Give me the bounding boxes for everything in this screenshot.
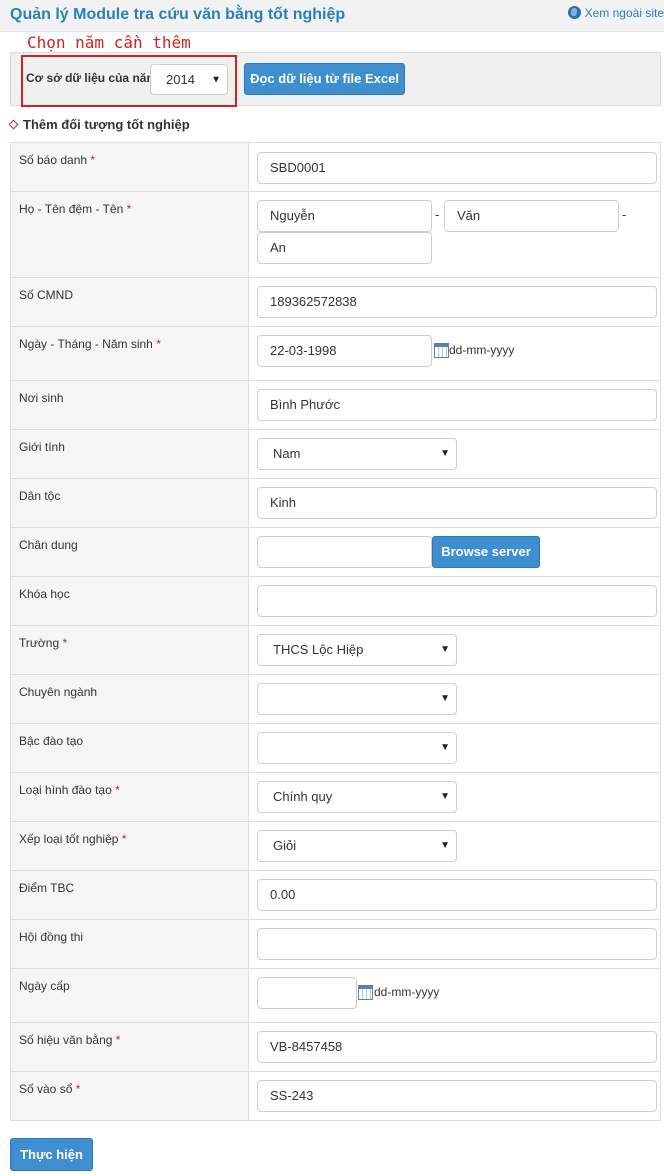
form-row-gender: Giới tính Nam ▼: [10, 429, 661, 479]
issue-date-input[interactable]: [257, 977, 357, 1009]
course-label: Khóa học: [19, 587, 70, 601]
ethnicity-label: Dân tộc: [19, 489, 61, 503]
training-type-select[interactable]: Chính quy ▼: [257, 781, 457, 813]
form-row-id-card: Số CMND 189362572838: [10, 277, 661, 327]
name-separator: -: [435, 207, 440, 222]
chevron-down-icon: ▼: [440, 644, 450, 655]
form-row-name: Họ - Tên đệm - Tên * Nguyễn - Văn - An: [10, 191, 661, 278]
calendar-icon[interactable]: [358, 985, 373, 1000]
ethnicity-input[interactable]: Kinh: [257, 487, 657, 519]
candidate-no-input[interactable]: SBD0001: [257, 152, 657, 184]
submit-button[interactable]: Thực hiện: [10, 1138, 93, 1171]
gpa-input[interactable]: 0.00: [257, 879, 657, 911]
name-separator: -: [622, 207, 627, 222]
chevron-down-icon: ▼: [211, 74, 221, 85]
birth-place-label: Nơi sinh: [19, 391, 64, 405]
school-select[interactable]: THCS Lộc Hiệp ▼: [257, 634, 457, 666]
form-row-gpa: Điểm TBC 0.00: [10, 870, 661, 920]
gender-label: Giới tính: [19, 440, 65, 454]
chevron-down-icon: ▼: [440, 791, 450, 802]
read-excel-button[interactable]: Đọc dữ liệu từ file Excel: [244, 63, 405, 95]
required-mark: *: [75, 1082, 81, 1096]
school-label: Trường: [19, 636, 60, 650]
required-mark: *: [115, 783, 120, 797]
course-input[interactable]: [257, 585, 657, 617]
major-select[interactable]: ▼: [257, 683, 457, 715]
graduate-form: Số báo danh * SBD0001 Họ - Tên đệm - Tên…: [10, 142, 661, 1121]
grade-select[interactable]: Giỏi ▼: [257, 830, 457, 862]
required-mark: *: [90, 153, 96, 167]
last-name-input[interactable]: Nguyễn: [257, 200, 432, 232]
annotation-text: Chọn năm cần thêm: [27, 33, 191, 52]
registry-no-label: Số vào sổ: [19, 1082, 73, 1096]
grade-label: Xếp loại tốt nghiệp: [19, 832, 119, 846]
date-format-hint: dd-mm-yyyy: [449, 343, 515, 357]
level-label: Bậc đào tạo: [19, 734, 84, 748]
id-card-input[interactable]: 189362572838: [257, 286, 657, 318]
name-label: Họ - Tên đệm - Tên: [19, 202, 124, 216]
portrait-input[interactable]: [257, 536, 432, 568]
required-mark: *: [62, 636, 68, 650]
browse-server-button[interactable]: Browse server: [432, 536, 540, 568]
database-year-select[interactable]: 2014 ▼: [150, 64, 228, 95]
grade-value: Giỏi: [273, 838, 297, 853]
training-type-value: Chính quy: [273, 789, 333, 804]
id-card-label: Số CMND: [19, 288, 74, 302]
view-outside-label: Xem ngoài site: [584, 6, 664, 20]
major-label: Chuyên ngành: [19, 685, 98, 699]
form-row-level: Bậc đào tạo ▼: [10, 723, 661, 773]
training-type-label: Loại hình đào tạo: [19, 783, 112, 797]
birth-date-input[interactable]: 22-03-1998: [257, 335, 432, 367]
form-row-issue-date: Ngày cấp dd-mm-yyyy: [10, 968, 661, 1023]
form-row-grade: Xếp loại tốt nghiệp * Giỏi ▼: [10, 821, 661, 871]
first-name-input[interactable]: An: [257, 232, 432, 264]
school-value: THCS Lộc Hiệp: [273, 642, 364, 657]
issue-date-label: Ngày cấp: [19, 979, 70, 993]
globe-icon: [567, 6, 581, 19]
form-row-training-type: Loại hình đào tạo * Chính quy ▼: [10, 772, 661, 822]
page-title: Quản lý Module tra cứu văn bằng tốt nghi…: [10, 6, 346, 23]
form-row-birth-place: Nơi sinh Bình Phước: [10, 380, 661, 430]
chevron-down-icon: ▼: [440, 840, 450, 851]
database-year-value: 2014: [166, 72, 195, 87]
form-row-major: Chuyên ngành ▼: [10, 674, 661, 724]
form-row-school: Trường * THCS Lộc Hiệp ▼: [10, 625, 661, 675]
gpa-label: Điểm TBC: [19, 881, 75, 895]
database-year-label: Cơ sở dữ liệu của năm:: [26, 71, 162, 85]
view-outside-link[interactable]: Xem ngoài site: [567, 6, 664, 20]
calendar-icon[interactable]: [434, 343, 449, 358]
gender-value: Nam: [273, 446, 301, 461]
section-title-text: Thêm đối tượng tốt nghiệp: [23, 117, 190, 132]
birth-place-input[interactable]: Bình Phước: [257, 389, 657, 421]
form-row-course: Khóa học: [10, 576, 661, 626]
middle-name-input[interactable]: Văn: [444, 200, 619, 232]
section-title: Thêm đối tượng tốt nghiệp: [8, 117, 190, 132]
chevron-down-icon: ▼: [440, 448, 450, 459]
chevron-down-icon: ▼: [440, 693, 450, 704]
diploma-no-label: Số hiệu văn bằng: [19, 1033, 113, 1047]
level-select[interactable]: ▼: [257, 732, 457, 764]
gender-select[interactable]: Nam ▼: [257, 438, 457, 470]
diamond-bullet-icon: [8, 119, 19, 130]
chevron-down-icon: ▼: [440, 742, 450, 753]
form-row-diploma-no: Số hiệu văn bằng * VB-8457458: [10, 1022, 661, 1072]
exam-council-label: Hội đồng thi: [19, 930, 84, 944]
birth-date-label: Ngày - Tháng - Năm sinh: [19, 337, 153, 351]
exam-council-input[interactable]: [257, 928, 657, 960]
form-row-birth-date: Ngày - Tháng - Năm sinh * 22-03-1998 dd-…: [10, 326, 661, 381]
form-row-exam-council: Hội đồng thi: [10, 919, 661, 969]
required-mark: *: [115, 1033, 121, 1047]
form-row-ethnicity: Dân tộc Kinh: [10, 478, 661, 528]
form-row-registry-no: Số vào sổ * SS-243: [10, 1071, 661, 1121]
required-mark: *: [156, 337, 161, 351]
registry-no-input[interactable]: SS-243: [257, 1080, 657, 1112]
candidate-no-label: Số báo danh: [19, 153, 88, 167]
required-mark: *: [121, 832, 127, 846]
form-row-candidate-no: Số báo danh * SBD0001: [10, 142, 661, 192]
diploma-no-input[interactable]: VB-8457458: [257, 1031, 657, 1063]
date-format-hint: dd-mm-yyyy: [374, 985, 440, 999]
required-mark: *: [126, 202, 132, 216]
portrait-label: Chân dung: [19, 538, 78, 552]
form-row-portrait: Chân dung Browse server: [10, 527, 661, 577]
